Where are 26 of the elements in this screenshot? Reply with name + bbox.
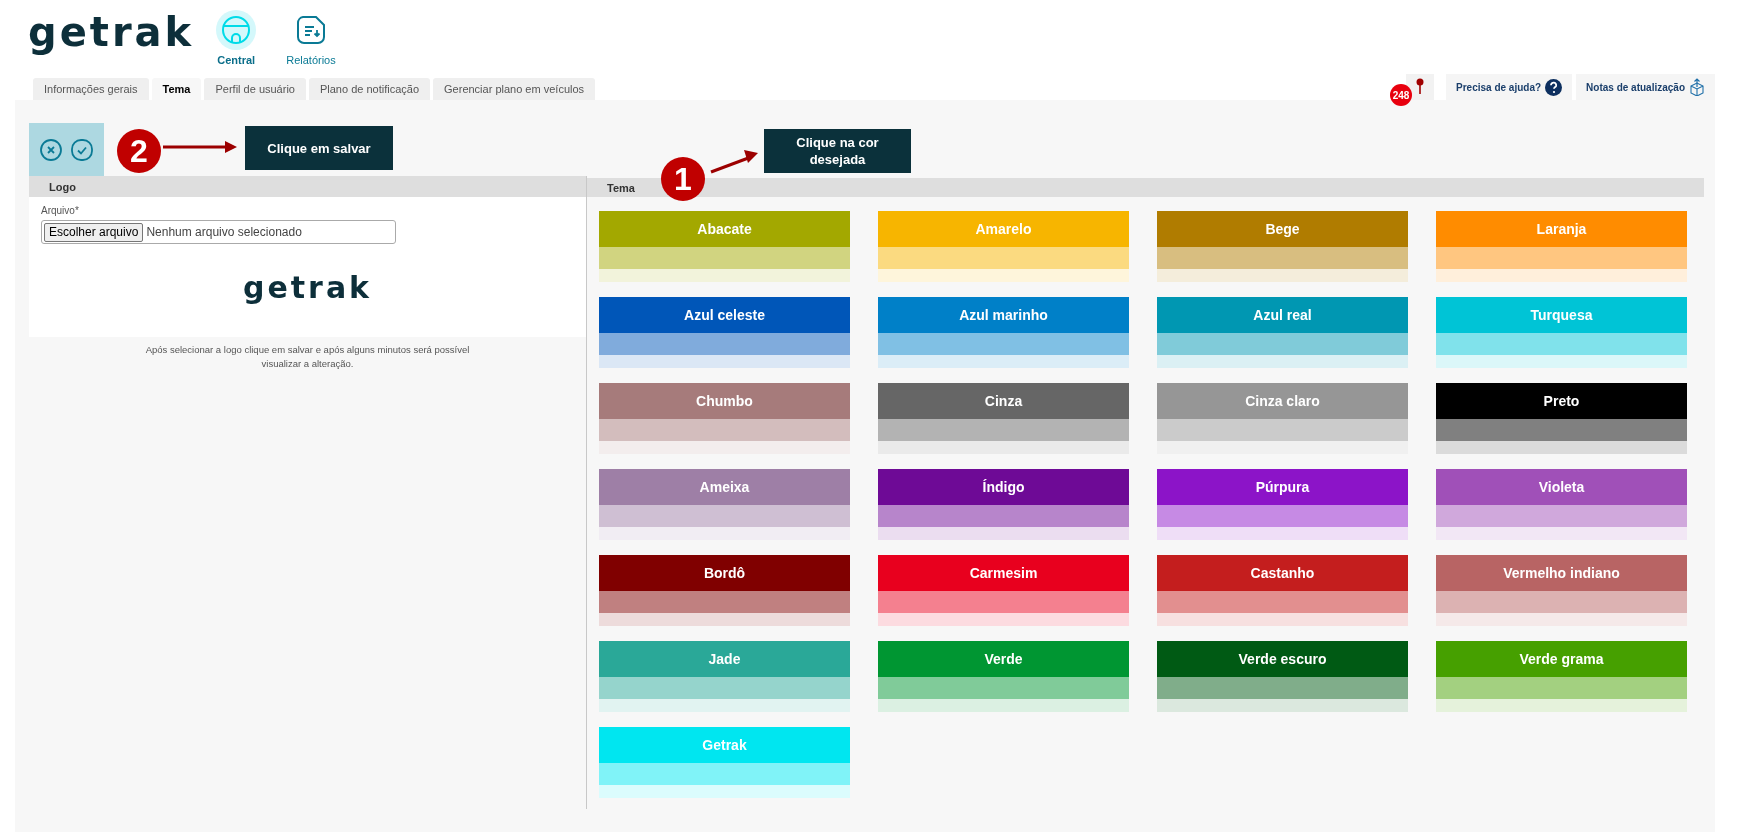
report-icon <box>295 15 326 45</box>
nav-item[interactable]: Relatórios <box>286 10 336 66</box>
tab[interactable]: Perfil de usuário <box>204 78 306 100</box>
box-upload-icon <box>1689 78 1705 96</box>
help-icon <box>1545 78 1563 96</box>
notification-badge: 248 <box>1390 84 1413 106</box>
robot-vacuum-icon <box>221 15 252 45</box>
section-title: Logo <box>48 180 76 193</box>
instruction-callout: Clique na cor desejada <box>764 129 911 173</box>
tab[interactable]: Plano de notificação <box>308 78 431 100</box>
choose-file-button[interactable]: Escolher arquivo <box>44 222 144 242</box>
help-note: Após selecionar a logo clique em salvar e após alguns minutos será possível visualizar a alteração. <box>144 343 471 371</box>
tab[interactable]: Informações gerais <box>33 78 149 100</box>
tab[interactable]: Gerenciar plano em veículos <box>433 78 596 100</box>
logo-preview: getrak <box>242 270 373 305</box>
file-input-field[interactable]: Escolher arquivo Nenhum arquivo selecionado <box>41 220 396 244</box>
help-link[interactable]: Precisa de ajuda? <box>1446 74 1573 100</box>
save-check-icon[interactable] <box>71 138 94 161</box>
file-status-text: Nenhum arquivo selecionado <box>146 225 302 239</box>
field-label: Arquivo* <box>41 205 80 216</box>
release-notes-link[interactable]: Notas de atualização <box>1576 74 1715 100</box>
section-title: Tema <box>606 181 635 194</box>
close-icon[interactable] <box>39 138 62 161</box>
tab[interactable]: Tema <box>151 78 202 100</box>
instruction-callout: Clique em salvar <box>245 126 393 170</box>
pin-icon[interactable] <box>1416 78 1425 94</box>
